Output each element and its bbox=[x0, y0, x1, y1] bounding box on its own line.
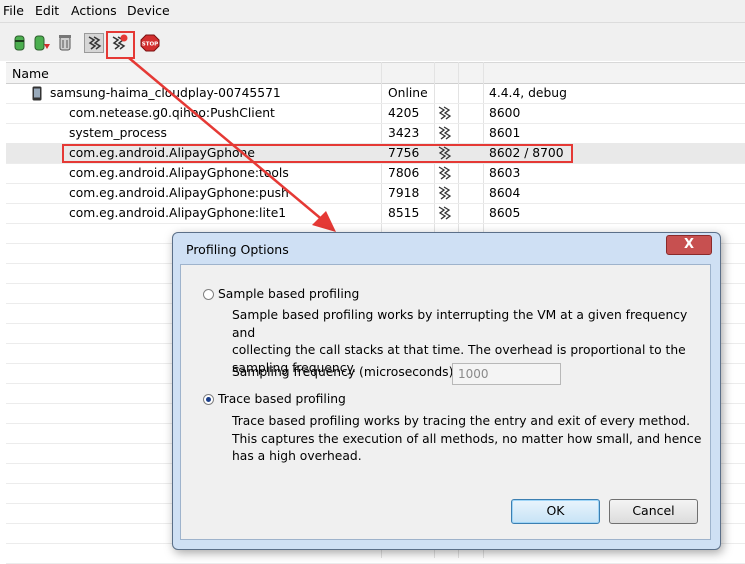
process-row[interactable]: system_process 3423 8601 bbox=[6, 123, 745, 144]
desc-line: This captures the execution of all metho… bbox=[232, 431, 702, 446]
row-name: system_process bbox=[69, 126, 167, 140]
row-name: com.netease.g0.qihoo:PushClient bbox=[69, 106, 275, 120]
desc-line: Trace based profiling works by tracing t… bbox=[232, 414, 691, 428]
profiling-button-highlight bbox=[106, 31, 135, 59]
column-name-header[interactable]: Name bbox=[12, 66, 49, 81]
row-port: 8604 bbox=[489, 186, 521, 200]
table-header: Name bbox=[6, 62, 745, 84]
trace-profiling-description: Trace based profiling works by tracing t… bbox=[232, 413, 701, 466]
row-port: 8601 bbox=[489, 126, 521, 140]
update-threads-icon[interactable] bbox=[84, 33, 104, 53]
thread-update-icon bbox=[437, 105, 453, 121]
gc-icon[interactable] bbox=[56, 33, 76, 53]
selected-process-highlight bbox=[62, 144, 573, 163]
row-name: com.eg.android.AlipayGphone:lite1 bbox=[69, 206, 287, 220]
cancel-button[interactable]: Cancel bbox=[609, 499, 698, 524]
trace-profiling-radio[interactable] bbox=[203, 394, 214, 405]
stop-process-icon[interactable]: STOP bbox=[140, 33, 160, 53]
menu-edit[interactable]: Edit bbox=[35, 3, 59, 18]
thread-update-icon bbox=[437, 205, 453, 221]
menu-device[interactable]: Device bbox=[127, 3, 170, 18]
thread-update-icon bbox=[437, 165, 453, 181]
row-pid: 3423 bbox=[388, 126, 420, 140]
dialog-body: Sample based profiling Sample based prof… bbox=[180, 264, 711, 540]
stop-label: STOP bbox=[142, 42, 158, 48]
menu-bar: File Edit Actions Device bbox=[0, 0, 745, 23]
phone-icon bbox=[32, 86, 42, 104]
update-heap-icon[interactable] bbox=[10, 33, 30, 53]
row-name: com.eg.android.AlipayGphone:push bbox=[69, 186, 289, 200]
process-row[interactable]: com.netease.g0.qihoo:PushClient 4205 8600 bbox=[6, 103, 745, 124]
row-pid: 7806 bbox=[388, 166, 420, 180]
radio-dot bbox=[206, 397, 211, 402]
row-port: 8605 bbox=[489, 206, 521, 220]
thread-update-icon bbox=[437, 125, 453, 141]
row-name: com.eg.android.AlipayGphone:tools bbox=[69, 166, 289, 180]
menu-actions[interactable]: Actions bbox=[71, 3, 117, 18]
dialog-title: Profiling Options bbox=[186, 242, 289, 257]
row-pid: 8515 bbox=[388, 206, 420, 220]
sample-profiling-radio[interactable] bbox=[203, 289, 214, 300]
ok-button[interactable]: OK bbox=[511, 499, 600, 524]
row-pid: 4205 bbox=[388, 106, 420, 120]
row-name: samsung-haima_cloudplay-00745571 bbox=[50, 86, 281, 100]
profiling-options-dialog: Profiling Options X Sample based profili… bbox=[172, 232, 721, 550]
menu-file[interactable]: File bbox=[3, 3, 24, 18]
process-row[interactable]: com.eg.android.AlipayGphone:push 7918 8604 bbox=[6, 183, 745, 204]
desc-line: Sample based profiling works by interrup… bbox=[232, 308, 688, 340]
close-icon[interactable]: X bbox=[666, 235, 712, 255]
process-row[interactable]: com.eg.android.AlipayGphone:tools 7806 860… bbox=[6, 163, 745, 184]
process-row[interactable]: com.eg.android.AlipayGphone:lite1 8515 860… bbox=[6, 203, 745, 224]
row-version: 4.4.4, debug bbox=[489, 86, 567, 100]
trace-profiling-label[interactable]: Trace based profiling bbox=[218, 391, 346, 409]
desc-line: collecting the call stacks at that time.… bbox=[232, 343, 686, 357]
row-port: 8603 bbox=[489, 166, 521, 180]
desc-line: has a high overhead. bbox=[232, 449, 362, 463]
row-pid: 7918 bbox=[388, 186, 420, 200]
row-port: 8600 bbox=[489, 106, 521, 120]
device-row[interactable]: samsung-haima_cloudplay-00745571 Online 4.… bbox=[6, 83, 745, 104]
thread-update-icon bbox=[437, 185, 453, 201]
sampling-frequency-label: Sampling frequency (microseconds): bbox=[232, 365, 458, 379]
dump-hprof-icon[interactable] bbox=[32, 33, 52, 53]
row-status: Online bbox=[388, 86, 428, 100]
sample-profiling-label[interactable]: Sample based profiling bbox=[218, 286, 359, 304]
sampling-frequency-input[interactable]: 1000 bbox=[452, 363, 561, 385]
